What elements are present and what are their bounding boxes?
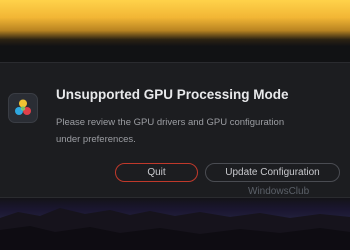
update-configuration-button[interactable]: Update Configuration (205, 163, 340, 182)
background-sky (0, 0, 350, 46)
quit-button[interactable]: Quit (115, 163, 198, 182)
dialog-message: Please review the GPU drivers and GPU co… (56, 117, 285, 145)
gpu-warning-dialog: Unsupported GPU Processing Mode Please r… (0, 62, 350, 198)
davinci-resolve-logo-icon (8, 93, 38, 123)
svg-text:WindowsClub: WindowsClub (248, 186, 310, 197)
dialog-title: Unsupported GPU Processing Mode (56, 87, 289, 102)
background-hills (0, 208, 350, 250)
